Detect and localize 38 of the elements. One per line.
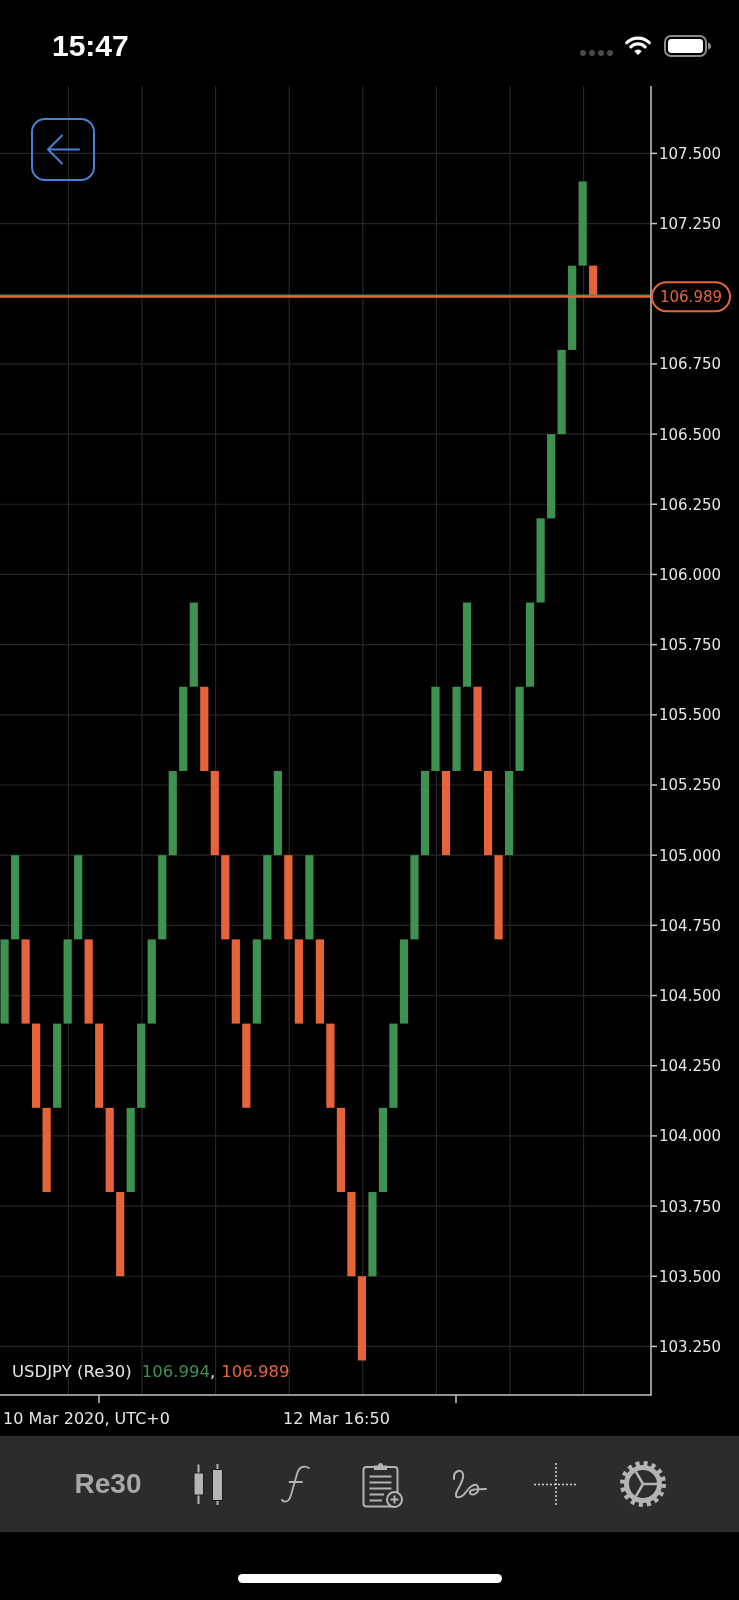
squiggle-icon[interactable]: [451, 1467, 487, 1501]
time-axis-label: 12 Mar 16:50: [283, 1409, 390, 1428]
signal-dots-icon: [580, 49, 613, 56]
price-axis-label: 105.500: [659, 706, 722, 725]
crosshair-icon[interactable]: [534, 1462, 578, 1506]
price-axis-label: 106.250: [659, 495, 722, 514]
function-icon[interactable]: [280, 1465, 310, 1503]
price-value: 106.989: [221, 1362, 290, 1382]
left-arrow-icon: [46, 134, 80, 165]
price-axis-label: 104.500: [659, 987, 722, 1006]
price-axis-label: 107.250: [659, 215, 722, 234]
price-axis-label: 104.000: [659, 1127, 722, 1146]
price-axis-label: 105.000: [659, 846, 722, 865]
price-value: 106.994: [141, 1362, 210, 1382]
clipboard-add-icon[interactable]: [361, 1460, 403, 1508]
price-axis-label: 105.250: [659, 776, 722, 795]
interval-button[interactable]: Re30: [74, 1470, 142, 1498]
gear-icon[interactable]: [620, 1461, 666, 1507]
price-axis-label: 103.750: [659, 1197, 722, 1216]
price-axis-label: 105.750: [659, 636, 722, 655]
battery-icon: [664, 35, 711, 57]
price-axis-label: 104.750: [659, 916, 722, 935]
current-price-label: 106.989: [651, 281, 731, 313]
status-time: 15:47: [52, 31, 129, 61]
candlestick-icon[interactable]: [193, 1463, 223, 1505]
time-axis-label: 10 Mar 2020, UTC+0: [3, 1409, 170, 1428]
symbol-label: USDJPY (Re30): [12, 1362, 132, 1382]
price-axis-label: 107.500: [659, 144, 722, 163]
price-axis-label: 106.000: [659, 565, 722, 584]
price-axis-label: 106.500: [659, 425, 722, 444]
price-axis-label: 104.250: [659, 1057, 722, 1076]
price-axis-label: 106.750: [659, 355, 722, 374]
ref-line-label: 106.989: [659, 288, 723, 307]
back-button[interactable]: [31, 118, 95, 181]
price-axis-label: 103.500: [659, 1267, 722, 1286]
separator-text: ,: [210, 1362, 216, 1382]
price-axis-label: 103.250: [659, 1337, 722, 1356]
wifi-icon: [623, 36, 653, 56]
